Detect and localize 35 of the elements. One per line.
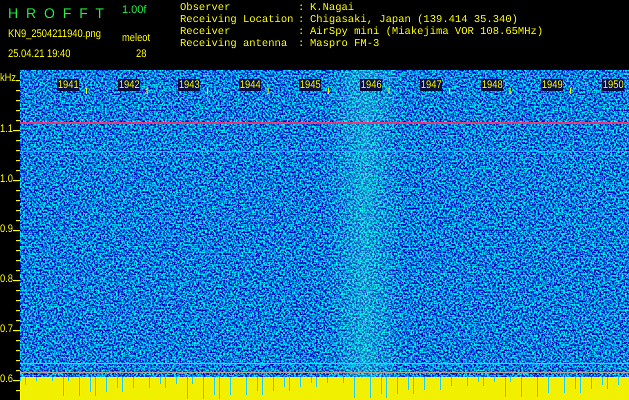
colon-separator: : bbox=[298, 14, 306, 26]
info-value: K.Nagai bbox=[310, 2, 356, 14]
colon-separator: : bbox=[298, 2, 306, 14]
y-axis-label: 0.9 bbox=[0, 223, 13, 235]
x-axis-label: 1941 bbox=[57, 79, 80, 91]
y-axis-label: 1.1 bbox=[0, 123, 13, 135]
version-label: 1.00f bbox=[122, 4, 146, 16]
info-label: Receiving antenna bbox=[180, 38, 288, 50]
detection-count: 28 bbox=[136, 48, 146, 60]
x-axis-label: 1949 bbox=[541, 79, 564, 91]
y-axis-label: 0.8 bbox=[0, 273, 13, 285]
colon-separator: : bbox=[298, 26, 306, 38]
mode-label: meleot bbox=[122, 32, 150, 44]
info-value: Chigasaki, Japan (139.414 35.340) bbox=[310, 14, 519, 26]
x-axis-label: 1944 bbox=[238, 79, 261, 91]
y-axis-label: 0.6 bbox=[0, 373, 13, 385]
info-label: Observer bbox=[180, 2, 232, 14]
x-axis-label: 1945 bbox=[299, 79, 322, 91]
info-value: AirSpy mini (Miakejima VOR 108.65MHz) bbox=[310, 26, 544, 38]
colon-separator: : bbox=[298, 38, 306, 50]
x-axis-label: 1942 bbox=[118, 79, 140, 91]
info-label: Receiving Location bbox=[180, 14, 294, 26]
file-name: KN9_2504211940.png bbox=[8, 28, 101, 40]
x-axis-label: 1947 bbox=[420, 79, 442, 91]
x-axis-label: 1950 bbox=[602, 79, 624, 91]
unit-label: kHz bbox=[0, 72, 16, 84]
info-value: Maspro FM-3 bbox=[310, 38, 380, 50]
app-title: H R O F F T bbox=[8, 5, 106, 21]
y-axis-label: 0.7 bbox=[0, 323, 13, 335]
timestamp: 25.04.21 19:40 bbox=[8, 48, 70, 60]
x-axis-label: 1948 bbox=[480, 79, 503, 91]
y-axis-label: 1.0 bbox=[0, 173, 13, 185]
x-axis-label: 1946 bbox=[360, 79, 382, 91]
info-label: Receiver bbox=[180, 26, 232, 38]
x-axis-label: 1943 bbox=[178, 79, 200, 91]
